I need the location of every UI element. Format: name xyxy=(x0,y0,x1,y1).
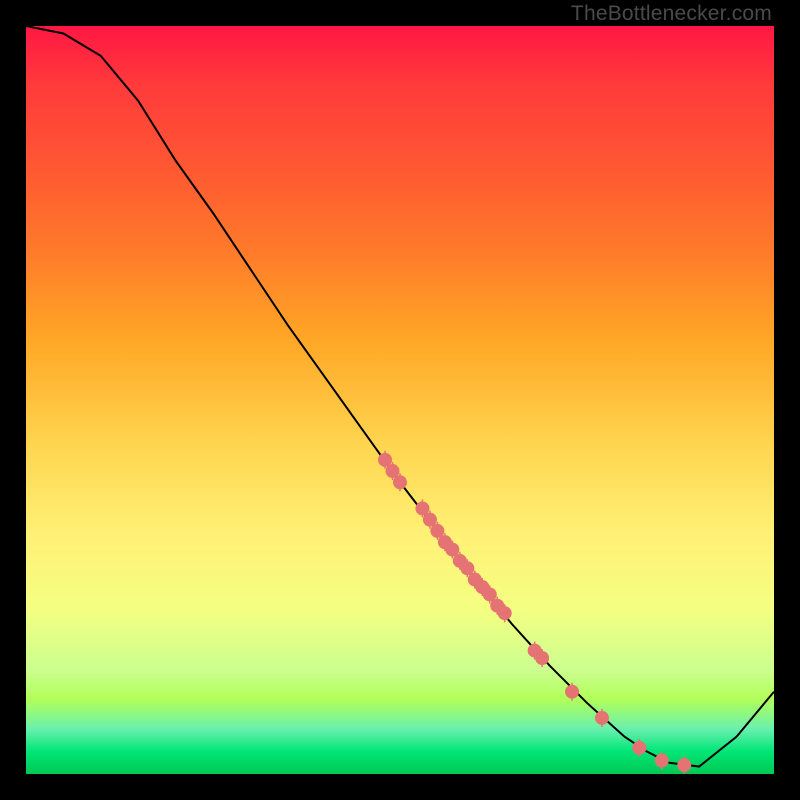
data-point xyxy=(632,741,646,755)
data-point xyxy=(677,758,691,772)
data-point xyxy=(565,685,579,699)
chart-container: TheBottlenecker.com xyxy=(0,0,800,800)
data-point xyxy=(498,606,512,620)
data-point xyxy=(655,754,669,768)
data-point xyxy=(595,711,609,725)
bottleneck-curve xyxy=(26,26,774,767)
plot-area xyxy=(26,26,774,774)
data-point xyxy=(393,475,407,489)
watermark-text: TheBottlenecker.com xyxy=(571,2,772,26)
data-point xyxy=(535,651,549,665)
chart-svg xyxy=(26,26,774,774)
data-ticks xyxy=(385,451,684,774)
data-points xyxy=(378,453,691,772)
